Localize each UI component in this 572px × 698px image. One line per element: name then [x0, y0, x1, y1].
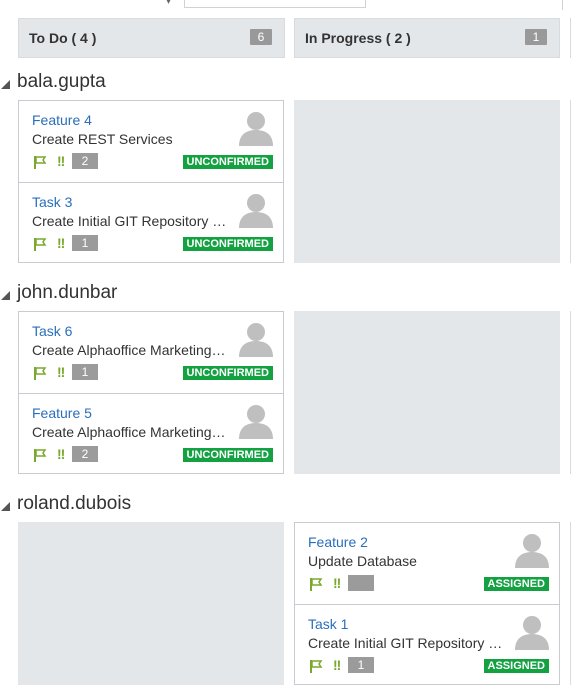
card-group-john-dunbar-todo: Task 6 Create Alphaoffice Marketing UI !… — [18, 311, 284, 474]
top-filter-input[interactable] — [184, 0, 366, 8]
column-edge — [570, 18, 571, 58]
empty-cell-john-dunbar-in-progress[interactable] — [294, 311, 560, 474]
status-badge: ASSIGNED — [483, 577, 549, 591]
user-avatar-icon — [239, 112, 273, 146]
priority-icon[interactable]: !! — [57, 235, 65, 251]
lane-name: bala.gupta — [17, 71, 106, 92]
story-points-badge[interactable]: 1 — [348, 657, 374, 673]
card-description: Create Alphaoffice Marketing UI — [32, 424, 227, 440]
dropdown-caret-icon[interactable]: ▾ — [166, 0, 171, 7]
lane-name: roland.dubois — [17, 493, 132, 514]
card-description: Create Initial GIT Repository for... — [32, 213, 227, 229]
column-header-in-progress[interactable]: In Progress ( 2 ) 1 — [294, 18, 560, 58]
card-title-link[interactable]: Feature 2 — [308, 534, 368, 550]
task-card[interactable]: Task 3 Create Initial GIT Repository for… — [19, 182, 283, 263]
task-card[interactable]: Task 6 Create Alphaoffice Marketing UI !… — [19, 312, 283, 393]
user-avatar-icon — [239, 405, 273, 439]
story-points-badge[interactable]: 1 — [72, 235, 98, 251]
card-title-link[interactable]: Feature 5 — [32, 405, 92, 421]
priority-icon[interactable]: !! — [333, 657, 341, 673]
story-points-badge[interactable]: 1 — [72, 364, 98, 380]
user-avatar-icon — [515, 616, 549, 650]
card-description: Update Database — [308, 553, 417, 569]
card-description: Create Alphaoffice Marketing UI — [32, 342, 227, 358]
priority-icon[interactable]: !! — [57, 446, 65, 462]
user-avatar-icon — [515, 534, 549, 568]
lane-edge — [570, 311, 571, 474]
status-badge: UNCONFIRMED — [182, 448, 273, 462]
card-description: Create REST Services — [32, 131, 173, 147]
flag-icon[interactable] — [33, 155, 47, 169]
flag-icon[interactable] — [33, 448, 47, 462]
story-points-badge[interactable]: 2 — [72, 446, 98, 462]
status-badge: UNCONFIRMED — [182, 366, 273, 380]
task-card[interactable]: Feature 2 Update Database !! ASSIGNED — [295, 523, 559, 604]
priority-icon[interactable]: !! — [333, 575, 341, 591]
user-avatar-icon — [239, 323, 273, 357]
task-card[interactable]: Task 1 Create Initial GIT Repository for… — [295, 604, 559, 685]
task-card[interactable]: Feature 4 Create REST Services !! 2 UNCO… — [19, 101, 283, 182]
column-count-badge-todo: 6 — [250, 29, 272, 45]
status-badge: UNCONFIRMED — [182, 237, 273, 251]
card-title-link[interactable]: Task 6 — [32, 323, 72, 339]
flag-icon[interactable] — [33, 366, 47, 380]
column-header-todo[interactable]: To Do ( 4 ) 6 — [18, 18, 285, 58]
card-group-bala-gupta-todo: Feature 4 Create REST Services !! 2 UNCO… — [18, 100, 284, 263]
task-card[interactable]: Feature 5 Create Alphaoffice Marketing U… — [19, 393, 283, 474]
priority-icon[interactable]: !! — [57, 364, 65, 380]
column-title-todo: To Do ( 4 ) — [29, 30, 97, 46]
lane-edge — [570, 522, 571, 685]
user-avatar-icon — [239, 194, 273, 228]
status-badge: UNCONFIRMED — [182, 155, 273, 169]
flag-icon[interactable] — [309, 577, 323, 591]
story-points-badge[interactable] — [348, 575, 374, 591]
card-title-link[interactable]: Task 1 — [308, 616, 348, 632]
collapse-triangle-icon[interactable] — [1, 502, 10, 511]
card-group-roland-dubois-in-progress: Feature 2 Update Database !! ASSIGNED Ta… — [294, 522, 560, 685]
empty-cell-roland-dubois-todo[interactable] — [18, 522, 284, 685]
lane-edge — [570, 100, 571, 263]
status-badge: ASSIGNED — [483, 659, 549, 673]
collapse-triangle-icon[interactable] — [1, 291, 10, 300]
card-description: Create Initial GIT Repository for... — [308, 635, 503, 651]
flag-icon[interactable] — [309, 659, 323, 673]
card-title-link[interactable]: Feature 4 — [32, 112, 92, 128]
collapse-triangle-icon[interactable] — [1, 80, 10, 89]
flag-icon[interactable] — [33, 237, 47, 251]
column-title-in-progress: In Progress ( 2 ) — [305, 30, 411, 46]
top-toolbar: ▾ — [0, 0, 572, 10]
lane-name: john.dunbar — [17, 282, 118, 303]
story-points-badge[interactable]: 2 — [72, 153, 98, 169]
priority-icon[interactable]: !! — [57, 153, 65, 169]
card-title-link[interactable]: Task 3 — [32, 194, 72, 210]
empty-cell-bala-gupta-in-progress[interactable] — [294, 100, 560, 263]
top-divider — [562, 0, 563, 10]
column-count-badge-in-progress: 1 — [525, 29, 547, 45]
